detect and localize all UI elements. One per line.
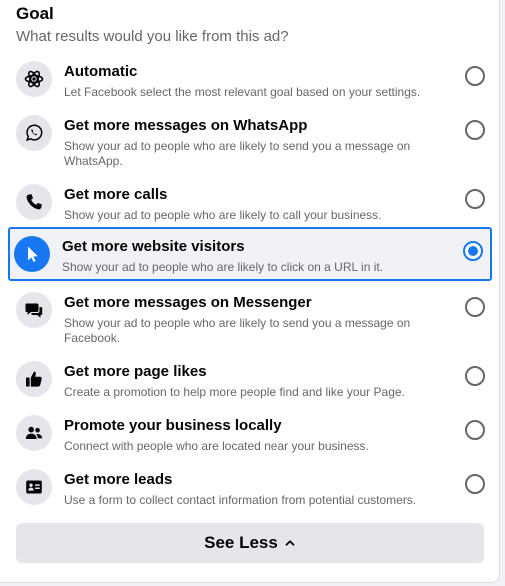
option-title: Promote your business locally: [64, 417, 282, 434]
option-title: Get more website visitors: [62, 238, 245, 255]
goal-subtitle: What results would you like from this ad…: [16, 28, 289, 45]
radio-website-visitors[interactable]: [463, 241, 483, 261]
option-description: Show your ad to people who are likely to…: [64, 208, 382, 222]
contact-card-icon: [16, 469, 52, 505]
radio-automatic[interactable]: [465, 66, 485, 86]
radio-messenger-messages[interactable]: [465, 297, 485, 317]
option-website-visitors[interactable]: Get more website visitors Show your ad t…: [8, 227, 492, 281]
whatsapp-icon: [16, 115, 52, 151]
option-page-likes[interactable]: Get more page likes Create a promotion t…: [8, 350, 492, 404]
option-title: Get more messages on Messenger: [64, 294, 312, 311]
goal-options-list: Automatic Let Facebook select the most r…: [8, 50, 492, 512]
radio-whatsapp-messages[interactable]: [465, 120, 485, 140]
radio-page-likes[interactable]: [465, 366, 485, 386]
option-title: Get more page likes: [64, 363, 207, 380]
option-description: Show your ad to people who are likely to…: [64, 316, 411, 345]
option-messenger-messages[interactable]: Get more messages on Messenger Show your…: [8, 281, 492, 350]
option-description: Create a promotion to help more people f…: [64, 385, 405, 399]
goal-card: Goal What results would you like from th…: [0, 0, 500, 583]
option-description: Let Facebook select the most relevant go…: [64, 85, 421, 99]
radio-promote-locally[interactable]: [465, 420, 485, 440]
messenger-chat-icon: [16, 292, 52, 328]
goal-title: Goal: [16, 4, 54, 23]
people-icon: [16, 415, 52, 451]
thumbs-up-icon: [16, 361, 52, 397]
see-less-label: See Less: [204, 533, 278, 552]
phone-icon: [16, 184, 52, 220]
option-calls[interactable]: Get more calls Show your ad to people wh…: [8, 173, 492, 227]
option-description: Use a form to collect contact informatio…: [64, 493, 417, 507]
cursor-icon: [14, 236, 50, 272]
option-promote-locally[interactable]: Promote your business locally Connect wi…: [8, 404, 492, 458]
option-title: Automatic: [64, 63, 138, 80]
option-leads[interactable]: Get more leads Use a form to collect con…: [8, 458, 492, 512]
radio-leads[interactable]: [465, 474, 485, 494]
option-description: Show your ad to people who are likely to…: [62, 260, 384, 274]
option-title: Get more messages on WhatsApp: [64, 117, 308, 134]
chevron-up-icon: [284, 537, 296, 549]
see-less-button[interactable]: See Less: [16, 523, 484, 563]
option-description: Show your ad to people who are likely to…: [64, 139, 411, 168]
option-whatsapp-messages[interactable]: Get more messages on WhatsApp Show your …: [8, 104, 492, 173]
atom-icon: [16, 61, 52, 97]
radio-calls[interactable]: [465, 189, 485, 209]
option-automatic[interactable]: Automatic Let Facebook select the most r…: [8, 50, 492, 104]
option-title: Get more leads: [64, 471, 173, 488]
option-description: Connect with people who are located near…: [64, 439, 369, 453]
option-title: Get more calls: [64, 186, 168, 203]
